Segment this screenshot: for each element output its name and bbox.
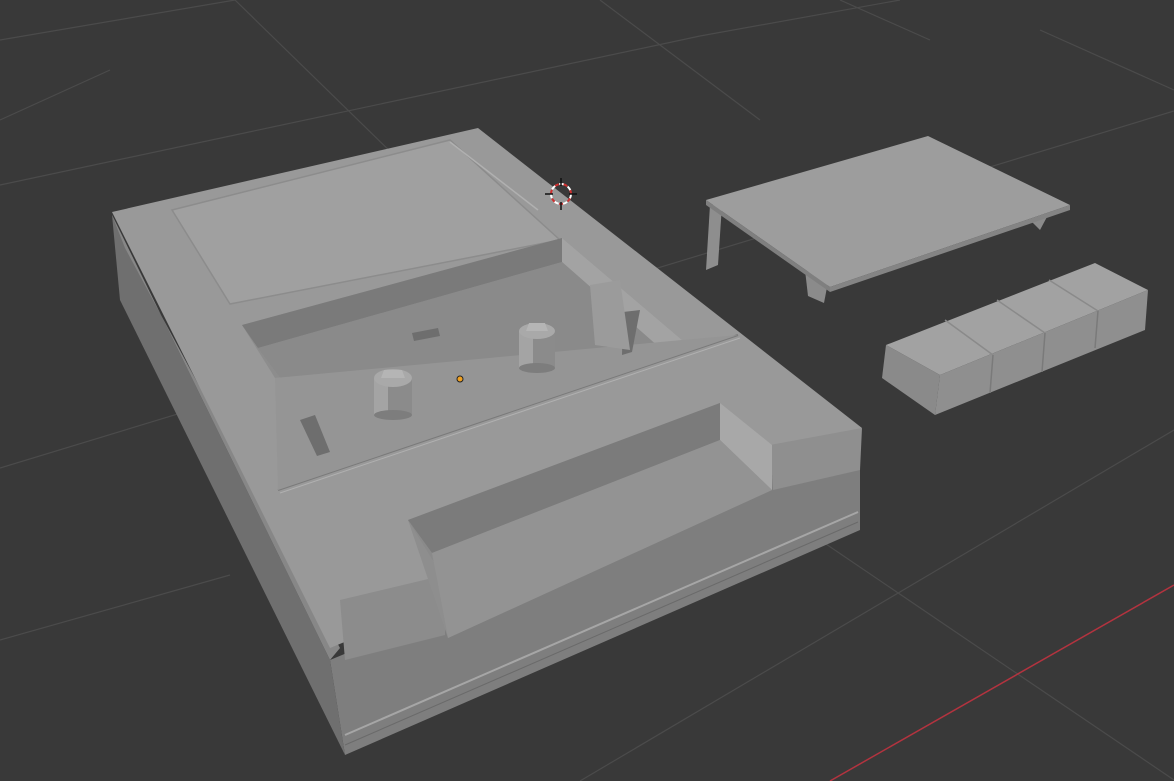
spindle-left bbox=[374, 369, 412, 420]
object-origin-icon bbox=[456, 375, 464, 383]
3d-viewport[interactable] bbox=[0, 0, 1174, 781]
spindle-right bbox=[519, 323, 555, 373]
